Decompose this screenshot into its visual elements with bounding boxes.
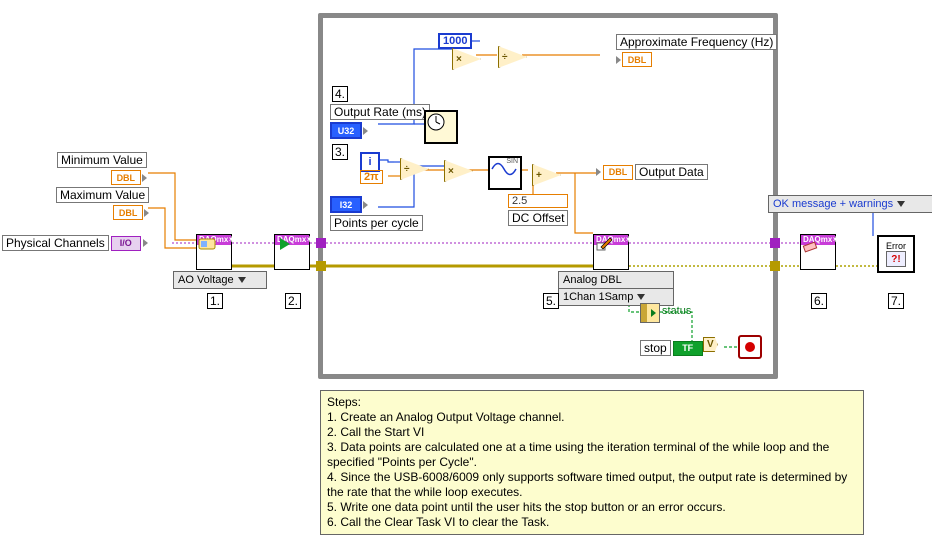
write-mode-line1: Analog DBL (563, 274, 622, 286)
dc-offset-control: 2.5 DC Offset (508, 194, 568, 226)
chevron-down-icon (897, 201, 905, 207)
error-dialog-selector[interactable]: OK message + warnings (768, 195, 932, 213)
daqmx-write-node[interactable]: DAQmx✶ (593, 234, 629, 270)
block-diagram-canvas: Minimum Value DBL Maximum Value DBL Phys… (0, 0, 932, 533)
dbl-terminal[interactable]: DBL (113, 205, 143, 220)
notes-line: 1. Create an Analog Output Voltage chann… (327, 410, 857, 425)
notes-line: 4. Since the USB-6008/6009 only supports… (327, 470, 857, 500)
stop-control: stop TF (640, 340, 710, 356)
loop-tunnel (316, 261, 326, 271)
control-arrow-icon (144, 209, 149, 217)
notes-line: 2. Call the Start VI (327, 425, 857, 440)
approx-freq-label: Approximate Frequency (Hz) (616, 34, 777, 50)
phys-channels-label: Physical Channels (2, 235, 109, 251)
loop-tunnel (770, 238, 780, 248)
write-mode-line2: 1Chan 1Samp (563, 291, 633, 303)
step-5-label: 5. (543, 293, 559, 309)
dc-offset-value[interactable]: 2.5 (508, 194, 568, 208)
daqmx-clear-task-node[interactable]: DAQmx✶ (800, 234, 836, 270)
i32-terminal[interactable]: I32 (330, 196, 362, 213)
question-icon: ?! (891, 254, 900, 265)
output-rate-label: Output Rate (ms) (330, 104, 430, 120)
notes-line: 3. Data points are calculated one at a t… (327, 440, 857, 470)
u32-terminal[interactable]: U32 (330, 122, 362, 139)
chevron-down-icon (637, 294, 645, 300)
output-data-label: Output Data (635, 164, 708, 180)
phys-channels-control: Physical Channels I/O (2, 235, 148, 251)
tf-terminal[interactable]: TF (673, 341, 703, 356)
sine-icon (490, 158, 518, 180)
arrow-right-icon (651, 309, 656, 317)
notes-line: 6. Call the Clear Task VI to clear the T… (327, 515, 857, 530)
ao-voltage-text: AO Voltage (178, 274, 234, 286)
play-icon (275, 245, 309, 268)
daqmx-create-channel-node[interactable]: DAQmx✶ (196, 234, 232, 270)
step-3-label: 3. (332, 144, 348, 160)
step-2-label: 2. (285, 293, 301, 309)
step-4-label: 4. (332, 86, 348, 102)
control-arrow-icon (142, 174, 147, 182)
dbl-terminal[interactable]: DBL (603, 165, 633, 180)
notes-line: 5. Write one data point until the user h… (327, 500, 857, 515)
control-arrow-icon (363, 127, 368, 135)
output-rate-control: Output Rate (ms) U32 (330, 104, 430, 139)
loop-tunnel (316, 238, 326, 248)
max-value-control: Maximum Value DBL (56, 187, 149, 220)
pencil-icon (594, 245, 628, 268)
iteration-terminal[interactable]: i (360, 152, 380, 172)
error-dialog-text: OK message + warnings (773, 198, 893, 210)
control-arrow-icon (143, 239, 148, 247)
const-1000-value: 1000 (438, 33, 472, 49)
step-7-label: 7. (888, 293, 904, 309)
control-arrow-icon (363, 201, 368, 209)
notes-title: Steps: (327, 395, 857, 410)
or-node[interactable]: V (703, 337, 718, 352)
dc-offset-label: DC Offset (508, 210, 568, 226)
max-value-label: Maximum Value (56, 187, 149, 203)
approx-freq-indicator: Approximate Frequency (Hz) DBL (616, 34, 777, 67)
wait-ms-node[interactable] (424, 110, 458, 144)
clock-icon (426, 112, 446, 132)
stop-label: stop (640, 340, 671, 356)
loop-stop-terminal[interactable] (738, 335, 762, 359)
dbl-terminal[interactable]: DBL (111, 170, 141, 185)
min-value-control: Minimum Value DBL (57, 152, 147, 185)
status-label: status (662, 305, 691, 317)
output-data-indicator: DBL Output Data (596, 164, 708, 180)
step-6-label: 6. (811, 293, 827, 309)
const-two-pi[interactable]: 2π (360, 170, 383, 184)
steps-notes: Steps: 1. Create an Analog Output Voltag… (320, 390, 864, 535)
indicator-arrow-icon (616, 56, 621, 64)
write-mode-selector[interactable]: Analog DBL 1Chan 1Samp (558, 271, 674, 306)
loop-tunnel (770, 261, 780, 271)
io-terminal[interactable]: I/O (111, 236, 141, 251)
ao-voltage-selector[interactable]: AO Voltage (173, 271, 267, 289)
simple-error-handler-node[interactable]: Error ?! (877, 235, 915, 273)
dbl-terminal[interactable]: DBL (622, 52, 652, 67)
sine-node[interactable]: SIN (488, 156, 522, 190)
chevron-down-icon (238, 277, 246, 283)
const-1000[interactable]: 1000 (438, 33, 472, 49)
step-1-label: 1. (207, 293, 223, 309)
daqmx-start-task-node[interactable]: DAQmx✶ (274, 234, 310, 270)
points-per-cycle-control: I32 Points per cycle (330, 196, 423, 231)
eraser-icon (801, 245, 835, 268)
points-per-cycle-label: Points per cycle (330, 215, 423, 231)
stop-circle-icon (745, 342, 755, 352)
wrench-icon (197, 245, 231, 268)
unbundle-by-name-node[interactable] (640, 303, 660, 323)
min-value-label: Minimum Value (57, 152, 147, 168)
indicator-arrow-icon (596, 168, 601, 176)
